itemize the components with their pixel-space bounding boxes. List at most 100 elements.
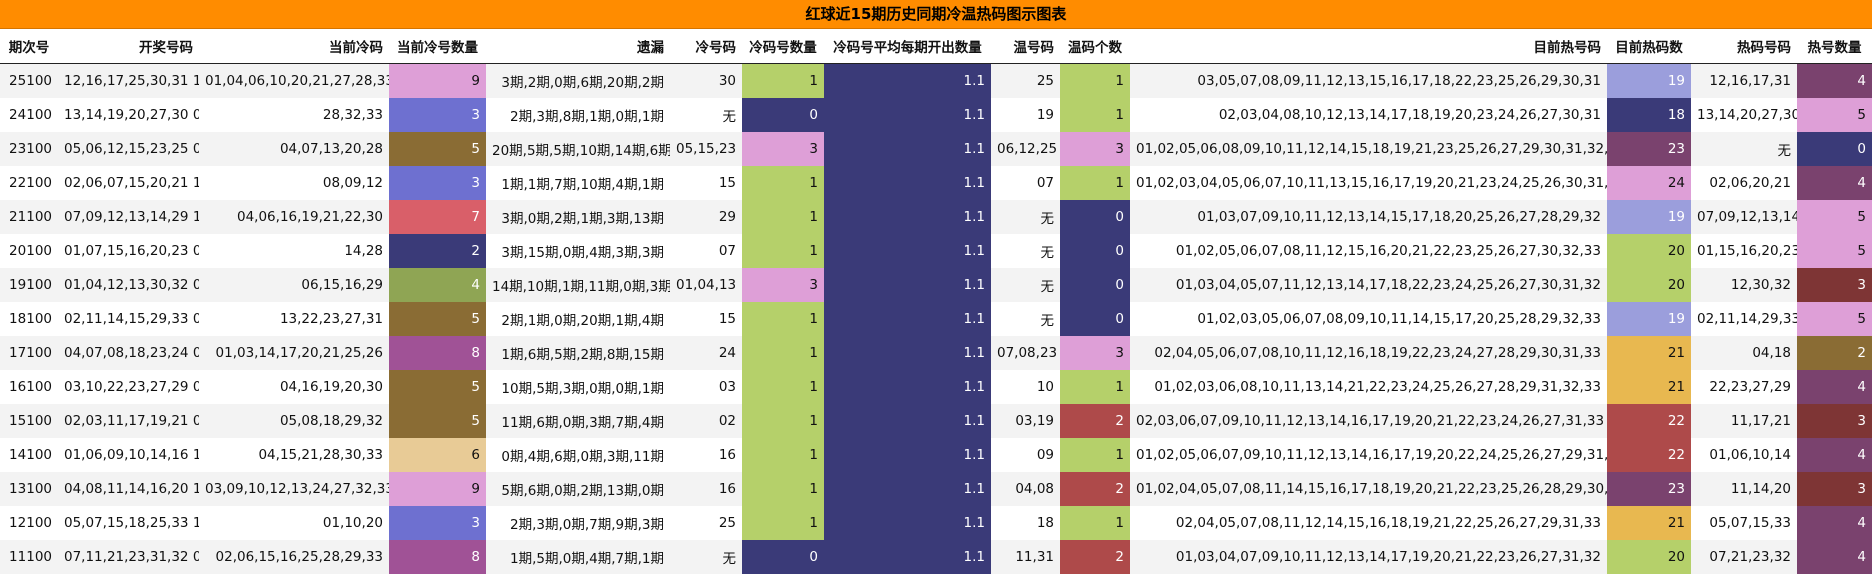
cell-cold-numbers: 08,09,12 xyxy=(199,166,389,200)
table-row: 1810002,11,14,15,29,33 0213,22,23,27,315… xyxy=(0,302,1872,336)
cell-hot-hit: 02,06,20,21 xyxy=(1691,166,1797,200)
cell-cold-hit: 16 xyxy=(670,438,742,472)
cell-hot-numbers: 02,03,06,07,09,10,11,12,13,14,16,17,19,2… xyxy=(1130,404,1607,438)
cell-hot-hit-count: 4 xyxy=(1797,370,1872,404)
cell-avg-per-period: 1.1 xyxy=(824,98,991,132)
cell-warm-numbers: 07 xyxy=(991,166,1060,200)
table-row: 1510002,03,11,17,19,21 0805,08,18,29,325… xyxy=(0,404,1872,438)
cell-draw-numbers: 01,06,09,10,14,16 11 xyxy=(58,438,199,472)
cell-hot-count: 24 xyxy=(1607,166,1691,200)
cell-hot-count: 20 xyxy=(1607,234,1691,268)
cell-hot-count: 22 xyxy=(1607,404,1691,438)
cell-period: 14100 xyxy=(0,438,58,472)
cell-cold-hit-count: 3 xyxy=(742,132,824,166)
cell-avg-per-period: 1.1 xyxy=(824,472,991,506)
cell-cold-hit-count: 1 xyxy=(742,404,824,438)
cell-hot-hit-count: 0 xyxy=(1797,132,1872,166)
cell-period: 16100 xyxy=(0,370,58,404)
cell-cold-hit: 03 xyxy=(670,370,742,404)
cell-warm-count: 1 xyxy=(1060,98,1130,132)
cell-warm-numbers: 无 xyxy=(991,302,1060,336)
cell-period: 19100 xyxy=(0,268,58,302)
cell-miss-periods: 2期,3期,0期,7期,9期,3期 xyxy=(486,506,670,540)
cell-cold-numbers: 01,10,20 xyxy=(199,506,389,540)
cell-hot-hit-count: 5 xyxy=(1797,98,1872,132)
cell-warm-numbers: 无 xyxy=(991,200,1060,234)
cell-warm-numbers: 03,19 xyxy=(991,404,1060,438)
cell-hot-hit: 07,09,12,13,14 xyxy=(1691,200,1797,234)
cell-cold-hit-count: 1 xyxy=(742,472,824,506)
cell-hot-hit-count: 4 xyxy=(1797,506,1872,540)
cell-hot-numbers: 02,04,05,07,08,11,12,14,15,16,18,19,21,2… xyxy=(1130,506,1607,540)
header-hot-hit-count: 热号数量 xyxy=(1797,29,1872,64)
cell-cold-count: 5 xyxy=(389,404,486,438)
cell-cold-numbers: 04,15,21,28,30,33 xyxy=(199,438,389,472)
cell-hot-hit-count: 4 xyxy=(1797,64,1872,99)
cell-hot-count: 20 xyxy=(1607,268,1691,302)
cell-hot-count: 22 xyxy=(1607,438,1691,472)
cell-cold-hit: 无 xyxy=(670,98,742,132)
header-warm: 温号码 xyxy=(991,29,1060,64)
cell-cold-numbers: 03,09,10,12,13,24,27,32,33 xyxy=(199,472,389,506)
cell-hot-numbers: 01,03,04,07,09,10,11,12,13,14,17,19,20,2… xyxy=(1130,540,1607,574)
table-row: 1710004,07,08,18,23,24 0201,03,14,17,20,… xyxy=(0,336,1872,370)
cell-hot-numbers: 01,03,04,05,07,11,12,13,14,17,18,22,23,2… xyxy=(1130,268,1607,302)
cell-warm-count: 1 xyxy=(1060,370,1130,404)
cell-hot-count: 19 xyxy=(1607,64,1691,99)
cell-period: 22100 xyxy=(0,166,58,200)
cell-warm-numbers: 无 xyxy=(991,268,1060,302)
cell-cold-hit-count: 1 xyxy=(742,166,824,200)
cell-cold-count: 8 xyxy=(389,336,486,370)
cell-cold-hit-count: 3 xyxy=(742,268,824,302)
cell-hot-hit: 22,23,27,29 xyxy=(1691,370,1797,404)
cell-cold-hit-count: 1 xyxy=(742,200,824,234)
cell-draw-numbers: 07,09,12,13,14,29 16 xyxy=(58,200,199,234)
cell-draw-numbers: 12,16,17,25,30,31 16 xyxy=(58,64,199,99)
cell-hot-numbers: 01,02,03,05,06,07,08,09,10,11,14,15,17,2… xyxy=(1130,302,1607,336)
cell-hot-hit-count: 3 xyxy=(1797,472,1872,506)
table-row: 2510012,16,17,25,30,31 1601,04,06,10,20,… xyxy=(0,64,1872,99)
cell-cold-hit-count: 1 xyxy=(742,438,824,472)
cell-hot-hit: 12,30,32 xyxy=(1691,268,1797,302)
cell-cold-numbers: 01,04,06,10,20,21,27,28,33 xyxy=(199,64,389,99)
cell-hot-numbers: 02,04,05,06,07,08,10,11,12,16,18,19,22,2… xyxy=(1130,336,1607,370)
cell-miss-periods: 3期,15期,0期,4期,3期,3期 xyxy=(486,234,670,268)
cell-cold-count: 9 xyxy=(389,64,486,99)
cell-warm-numbers: 09 xyxy=(991,438,1060,472)
cell-avg-per-period: 1.1 xyxy=(824,268,991,302)
cell-cold-count: 2 xyxy=(389,234,486,268)
cell-period: 25100 xyxy=(0,64,58,99)
cell-draw-numbers: 02,03,11,17,19,21 08 xyxy=(58,404,199,438)
cell-hot-hit-count: 3 xyxy=(1797,268,1872,302)
cell-cold-count: 6 xyxy=(389,438,486,472)
cell-warm-count: 3 xyxy=(1060,132,1130,166)
cell-hot-hit: 04,18 xyxy=(1691,336,1797,370)
chart-title: 红球近15期历史同期冷温热码图示图表 xyxy=(0,0,1872,29)
cell-avg-per-period: 1.1 xyxy=(824,370,991,404)
header-warm-count: 温码个数 xyxy=(1060,29,1130,64)
cell-hot-numbers: 01,02,04,05,07,08,11,14,15,16,17,18,19,2… xyxy=(1130,472,1607,506)
cell-hot-hit-count: 5 xyxy=(1797,234,1872,268)
cell-cold-hit: 02 xyxy=(670,404,742,438)
cell-miss-periods: 1期,6期,5期,2期,8期,15期 xyxy=(486,336,670,370)
cell-cold-numbers: 04,16,19,20,30 xyxy=(199,370,389,404)
cell-hot-hit: 13,14,20,27,30 xyxy=(1691,98,1797,132)
header-hot-count: 目前热码数 xyxy=(1607,29,1691,64)
cell-warm-count: 1 xyxy=(1060,64,1130,99)
header-cold-count: 当前冷号数量 xyxy=(389,29,486,64)
cold-hot-table: 期次号 开奖号码 当前冷码 当前冷号数量 遗漏 冷号码 冷码号数量 冷码号平均每… xyxy=(0,29,1872,574)
cell-hot-numbers: 02,03,04,08,10,12,13,14,17,18,19,20,23,2… xyxy=(1130,98,1607,132)
header-period: 期次号 xyxy=(0,29,58,64)
cell-cold-hit-count: 1 xyxy=(742,302,824,336)
cell-avg-per-period: 1.1 xyxy=(824,234,991,268)
header-avg: 冷码号平均每期开出数量 xyxy=(824,29,991,64)
cell-warm-numbers: 10 xyxy=(991,370,1060,404)
cell-draw-numbers: 01,07,15,16,20,23 07 xyxy=(58,234,199,268)
cell-miss-periods: 1期,1期,7期,10期,4期,1期 xyxy=(486,166,670,200)
cell-hot-count: 19 xyxy=(1607,200,1691,234)
cell-period: 11100 xyxy=(0,540,58,574)
cell-draw-numbers: 05,06,12,15,23,25 04 xyxy=(58,132,199,166)
cell-miss-periods: 5期,6期,0期,2期,13期,0期 xyxy=(486,472,670,506)
cell-hot-numbers: 01,02,05,06,07,08,11,12,15,16,20,21,22,2… xyxy=(1130,234,1607,268)
cell-avg-per-period: 1.1 xyxy=(824,166,991,200)
